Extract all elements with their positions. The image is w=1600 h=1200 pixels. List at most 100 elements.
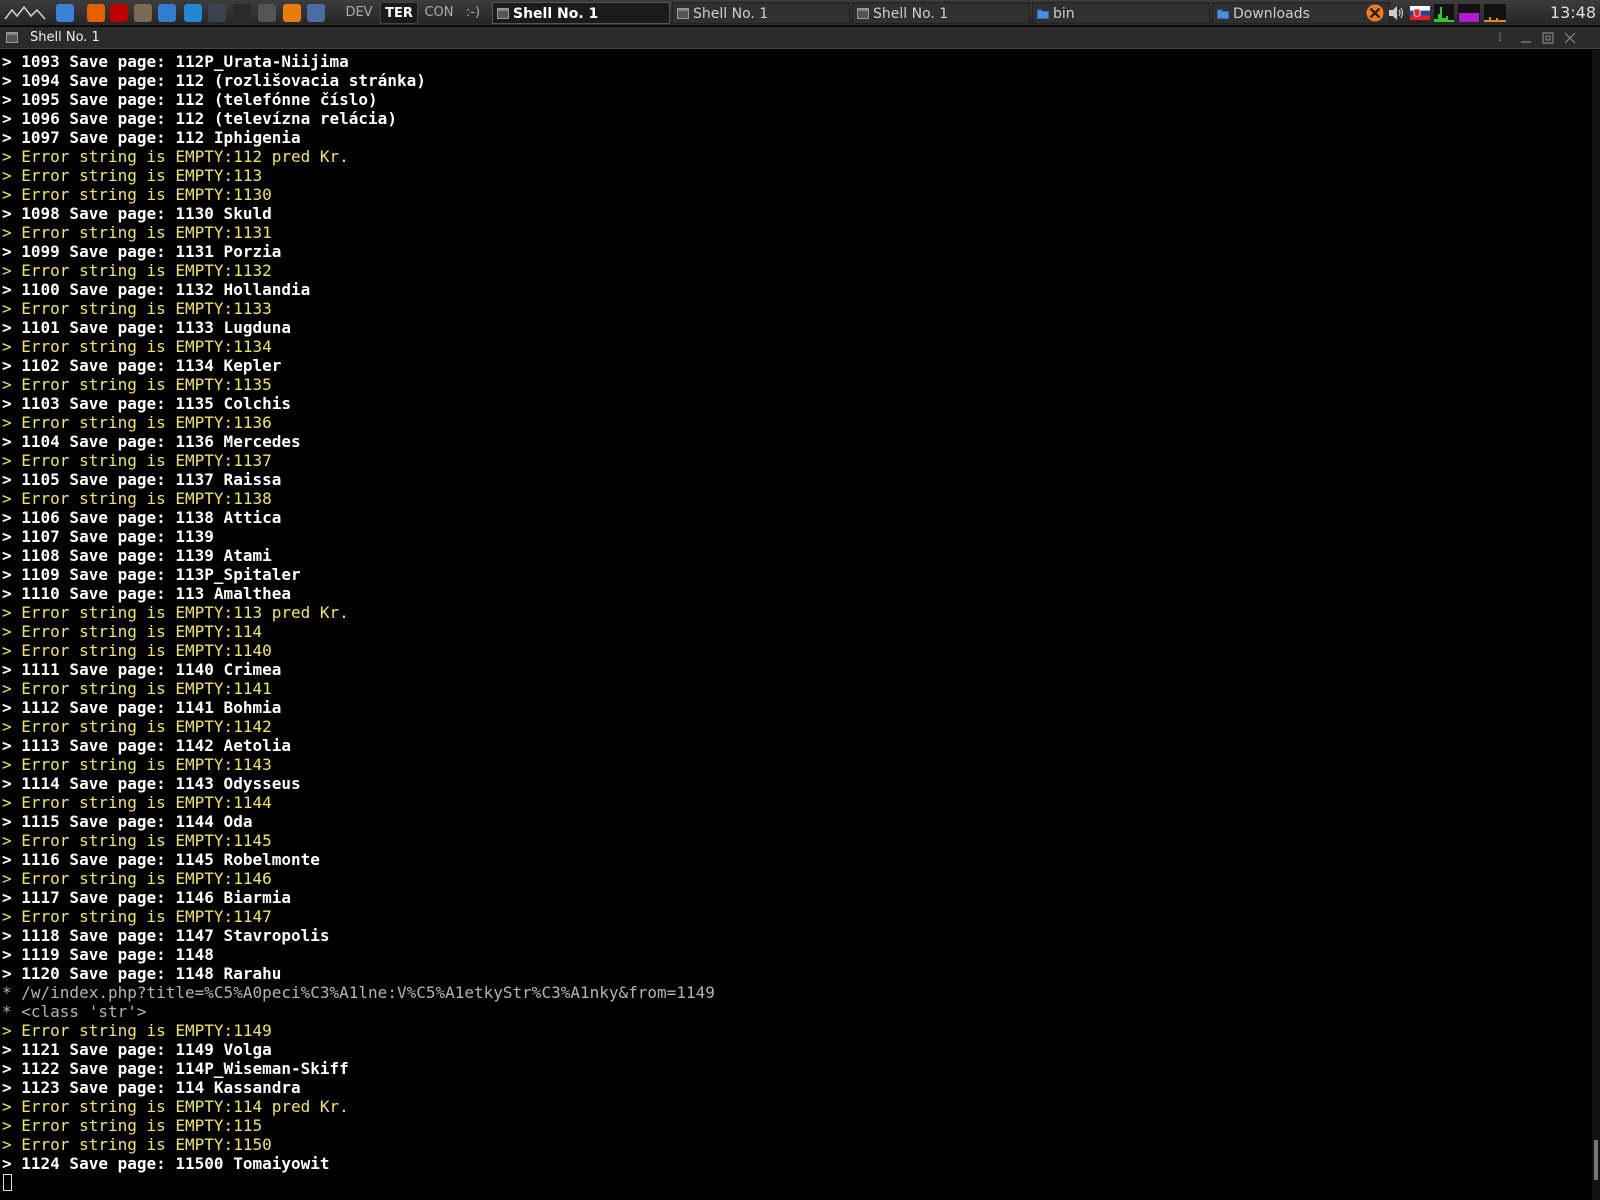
- error-line: > Error string is EMPTY:1150: [2, 1135, 272, 1154]
- save-page-line: > 1117 Save page: 1146 Biarmia: [2, 888, 291, 907]
- firefox-icon[interactable]: [87, 4, 105, 22]
- error-line: > Error string is EMPTY:113 pred Kr.: [2, 603, 349, 622]
- memory-monitor-icon[interactable]: [1484, 4, 1506, 22]
- save-page-line: > 1115 Save page: 1144 Oda: [2, 812, 253, 831]
- gimp-icon[interactable]: [134, 4, 152, 22]
- error-line: > Error string is EMPTY:1143: [2, 755, 272, 774]
- window-titlebar[interactable]: Shell No. 1 ⁞: [0, 27, 1600, 49]
- error-line: > Error string is EMPTY:1141: [2, 679, 272, 698]
- error-line: > Error string is EMPTY:1134: [2, 337, 272, 356]
- save-page-line: > 1099 Save page: 1131 Porzia: [2, 242, 282, 261]
- terminal-icon[interactable]: [6, 32, 18, 43]
- error-line: > Error string is EMPTY:114: [2, 622, 263, 641]
- save-page-line: > 1098 Save page: 1130 Skuld: [2, 204, 272, 223]
- save-page-line: > 1093 Save page: 112P_Urata-Niijima: [2, 52, 349, 71]
- network-monitor-icon[interactable]: [1434, 4, 1454, 22]
- minimize-icon[interactable]: [1518, 30, 1534, 46]
- save-page-line: > 1122 Save page: 114P_Wiseman-Skiff: [2, 1059, 349, 1078]
- save-page-line: > 1120 Save page: 1148 Rarahu: [2, 964, 282, 983]
- game-icon[interactable]: [258, 4, 276, 22]
- error-line: > Error string is EMPTY:1147: [2, 907, 272, 926]
- terminal-output[interactable]: > 1093 Save page: 112P_Urata-Niijima > 10…: [0, 50, 1592, 1200]
- xampp-icon[interactable]: [1366, 4, 1384, 22]
- error-line: > Error string is EMPTY:1133: [2, 299, 272, 318]
- terminal-icon: [497, 8, 509, 19]
- top-panel: DEV TER CON :-) Shell No. 1 Shell No. 1 …: [0, 0, 1600, 26]
- window-menu-icon[interactable]: ⁞: [1492, 30, 1508, 46]
- save-page-line: > 1108 Save page: 1139 Atami: [2, 546, 272, 565]
- taskbar-item-label: Shell No. 1: [873, 6, 949, 22]
- error-line: > Error string is EMPTY:1135: [2, 375, 272, 394]
- workspace-ter[interactable]: TER: [380, 2, 418, 24]
- calculator-icon[interactable]: [307, 4, 325, 22]
- info-line: * /w/index.php?title=%C5%A0peci%C3%A1lne…: [2, 983, 715, 1002]
- error-line: > Error string is EMPTY:1146: [2, 869, 272, 888]
- terminal-icon: [677, 8, 689, 19]
- clock[interactable]: 13:48: [1550, 0, 1596, 26]
- network-icon[interactable]: [56, 4, 74, 22]
- save-page-line: > 1110 Save page: 113 Amalthea: [2, 584, 291, 603]
- save-page-line: > 1096 Save page: 112 (televízna relácia…: [2, 109, 397, 128]
- slovak-flag-icon[interactable]: [1410, 6, 1430, 20]
- error-line: > Error string is EMPTY:1144: [2, 793, 272, 812]
- error-line: > Error string is EMPTY:1138: [2, 489, 272, 508]
- save-page-line: > 1097 Save page: 112 Iphigenia: [2, 128, 301, 147]
- scrollbar-thumb[interactable]: [1594, 1140, 1598, 1180]
- terminal-scrollbar[interactable]: [1592, 50, 1600, 1200]
- save-page-line: > 1107 Save page: 1139: [2, 527, 214, 546]
- error-line: > Error string is EMPTY:1136: [2, 413, 272, 432]
- taskbar-item-label: Shell No. 1: [513, 6, 599, 22]
- volume-icon[interactable]: [1388, 5, 1406, 21]
- app-window-icon[interactable]: [158, 4, 176, 22]
- save-page-line: > 1104 Save page: 1136 Mercedes: [2, 432, 301, 451]
- save-page-line: > 1100 Save page: 1132 Hollandia: [2, 280, 311, 299]
- taskbar-item-label: Shell No. 1: [693, 6, 769, 22]
- error-line: > Error string is EMPTY:1145: [2, 831, 272, 850]
- info-line: * <class 'str'>: [2, 1002, 147, 1021]
- window-title: Shell No. 1: [30, 30, 100, 45]
- error-line: > Error string is EMPTY:113: [2, 166, 263, 185]
- save-page-line: > 1112 Save page: 1141 Bohmia: [2, 698, 282, 717]
- workspace-dev[interactable]: DEV: [340, 2, 378, 24]
- save-page-line: > 1121 Save page: 1149 Volga: [2, 1040, 272, 1059]
- terminal-app-icon[interactable]: [208, 4, 226, 22]
- menu-logo-icon[interactable]: [4, 4, 46, 22]
- workspace-smiley[interactable]: :-): [460, 2, 486, 24]
- filezilla-icon[interactable]: [110, 4, 128, 22]
- save-page-line: > 1109 Save page: 113P_Spitaler: [2, 565, 301, 584]
- save-page-line: > 1124 Save page: 11500 Tomaiyowit: [2, 1154, 330, 1173]
- taskbar-item-label: Downloads: [1233, 6, 1310, 22]
- save-page-line: > 1111 Save page: 1140 Crimea: [2, 660, 282, 679]
- workspace-con[interactable]: CON: [420, 2, 458, 24]
- save-page-line: > 1119 Save page: 1148: [2, 945, 214, 964]
- error-line: > Error string is EMPTY:115: [2, 1116, 263, 1135]
- taskbar-item-shell-3[interactable]: Shell No. 1: [852, 2, 1030, 24]
- inkscape-icon[interactable]: [233, 4, 251, 22]
- save-page-line: > 1102 Save page: 1134 Kepler: [2, 356, 282, 375]
- error-line: > Error string is EMPTY:1131: [2, 223, 272, 242]
- save-page-line: > 1095 Save page: 112 (telefónne číslo): [2, 90, 378, 109]
- taskbar-item-shell-1[interactable]: Shell No. 1: [492, 2, 670, 24]
- save-page-line: > 1118 Save page: 1147 Stavropolis: [2, 926, 330, 945]
- taskbar-item-label: bin: [1053, 6, 1075, 22]
- save-page-line: > 1116 Save page: 1145 Robelmonte: [2, 850, 320, 869]
- save-page-line: > 1105 Save page: 1137 Raissa: [2, 470, 282, 489]
- blender-icon[interactable]: [283, 4, 301, 22]
- save-page-line: > 1114 Save page: 1143 Odysseus: [2, 774, 301, 793]
- save-page-line: > 1106 Save page: 1138 Attica: [2, 508, 282, 527]
- cpu-monitor-icon[interactable]: [1458, 4, 1480, 22]
- vscode-icon[interactable]: [184, 4, 202, 22]
- save-page-line: > 1103 Save page: 1135 Colchis: [2, 394, 291, 413]
- error-line: > Error string is EMPTY:1140: [2, 641, 272, 660]
- folder-icon: [1037, 9, 1049, 19]
- terminal-lines: > 1093 Save page: 112P_Urata-Niijima > 10…: [2, 52, 715, 1173]
- maximize-icon[interactable]: [1540, 30, 1556, 46]
- error-line: > Error string is EMPTY:114 pred Kr.: [2, 1097, 349, 1116]
- taskbar-item-shell-2[interactable]: Shell No. 1: [672, 2, 850, 24]
- terminal-icon: [857, 8, 869, 19]
- save-page-line: > 1123 Save page: 114 Kassandra: [2, 1078, 301, 1097]
- error-line: > Error string is EMPTY:1137: [2, 451, 272, 470]
- taskbar-item-bin[interactable]: bin: [1032, 2, 1210, 24]
- save-page-line: > 1101 Save page: 1133 Lugduna: [2, 318, 291, 337]
- close-icon[interactable]: [1562, 30, 1578, 46]
